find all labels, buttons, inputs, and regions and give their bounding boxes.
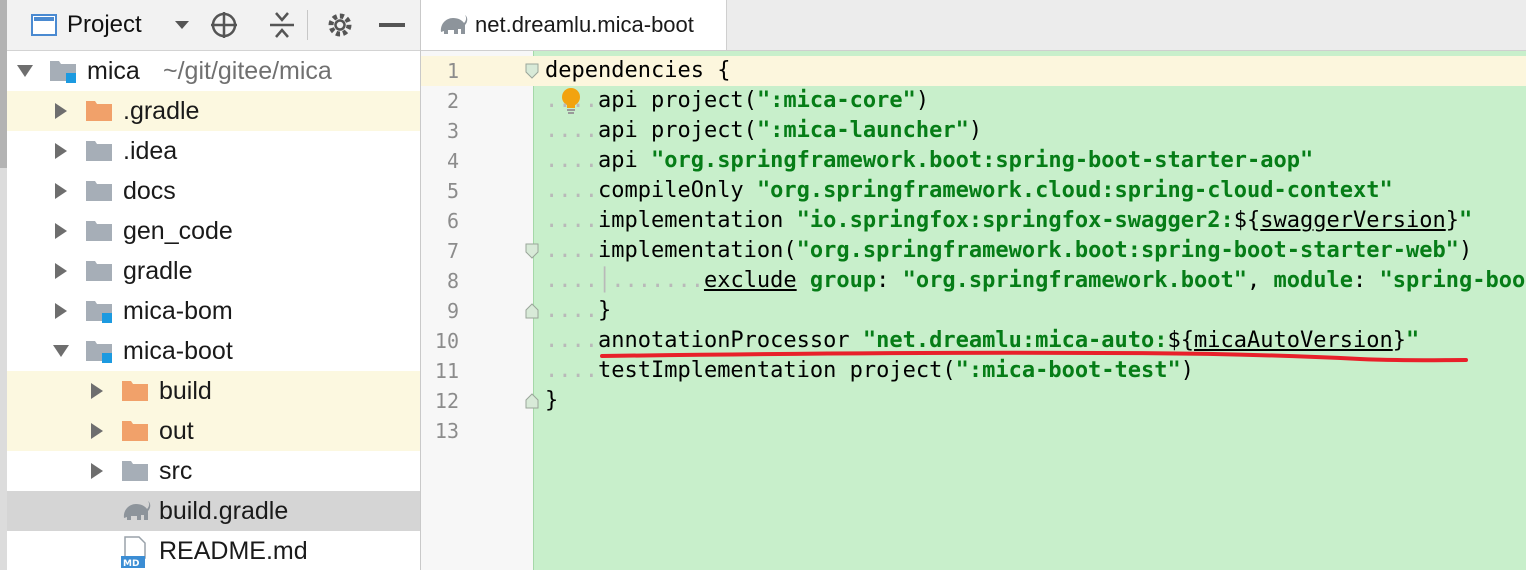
project-view-title[interactable]: Project (67, 0, 142, 50)
tree-item-gradle-cache[interactable]: .gradle (7, 91, 420, 131)
line-number: 7 (446, 239, 459, 263)
code-line-7[interactable]: ....implementation("org.springframework.… (545, 236, 1472, 266)
side-tool-strip[interactable] (0, 0, 7, 570)
tree-item-build-gradle[interactable]: build.gradle (7, 491, 420, 531)
tree-item-label: build (159, 376, 212, 405)
line-number: 11 (434, 359, 459, 383)
line-number: 10 (434, 329, 459, 353)
tree-item-idea[interactable]: .idea (7, 131, 420, 171)
line-number: 8 (446, 269, 459, 293)
dropdown-arrow-icon[interactable] (167, 0, 197, 50)
fold-close-icon[interactable] (524, 393, 540, 409)
tree-item-label: gradle (123, 256, 193, 285)
folder-icon (85, 138, 113, 164)
line-number: 2 (446, 89, 459, 113)
excluded-folder-icon (121, 378, 149, 404)
svg-text:MD: MD (123, 559, 139, 568)
tree-item-docs[interactable]: docs (7, 171, 420, 211)
chevron-right-icon[interactable] (87, 381, 107, 401)
editor-tab-build-gradle[interactable]: net.dreamlu.mica-boot (421, 0, 727, 50)
chevron-right-icon[interactable] (51, 101, 71, 121)
excluded-folder-icon (85, 98, 113, 124)
fold-open-icon[interactable] (524, 243, 540, 259)
excluded-folder-icon (121, 418, 149, 444)
folder-icon (85, 178, 113, 204)
line-number: 12 (434, 389, 459, 413)
code-line-9[interactable]: ....} (545, 296, 611, 326)
module-folder-icon (49, 58, 77, 84)
minimize-icon[interactable] (375, 0, 409, 50)
line-number: 5 (446, 179, 459, 203)
chevron-right-icon[interactable] (51, 141, 71, 161)
tree-item-label: src (159, 456, 193, 485)
line-number: 13 (434, 419, 459, 443)
tree-item-label: out (159, 416, 194, 445)
locate-target-icon[interactable] (207, 0, 241, 50)
tree-item-mica-boot[interactable]: mica-boot (7, 331, 420, 371)
fold-close-icon[interactable] (524, 303, 540, 319)
gradle-elephant-icon (121, 498, 151, 524)
module-folder-icon (85, 338, 113, 364)
tree-item-label: gen_code (123, 216, 233, 245)
code-line-2[interactable]: ....api project(":mica-core") (545, 86, 929, 116)
tree-item-gen-code[interactable]: gen_code (7, 211, 420, 251)
code-line-5[interactable]: ....compileOnly "org.springframework.clo… (545, 176, 1393, 206)
folder-icon (121, 458, 149, 484)
editor-tab-label: net.dreamlu.mica-boot (475, 12, 694, 37)
folder-icon (85, 258, 113, 284)
chevron-right-icon[interactable] (87, 461, 107, 481)
chevron-right-icon[interactable] (87, 421, 107, 441)
gear-icon[interactable] (323, 0, 357, 50)
chevron-right-icon[interactable] (51, 221, 71, 241)
line-number: 1 (446, 59, 459, 83)
red-underline-annotation (600, 350, 1468, 363)
line-number: 3 (446, 119, 459, 143)
code-line-4[interactable]: ....api "org.springframework.boot:spring… (545, 146, 1313, 176)
tree-item-label: build.gradle (159, 496, 289, 525)
tree-item-out[interactable]: out (7, 411, 420, 451)
collapse-all-icon[interactable] (265, 0, 299, 50)
code-line-3[interactable]: ....api project(":mica-launcher") (545, 116, 982, 146)
code-line-1[interactable]: dependencies { (545, 56, 730, 86)
markdown-file-icon: MD (121, 536, 149, 569)
folder-icon (85, 218, 113, 244)
chevron-down-icon[interactable] (15, 61, 35, 81)
project-toolbar: Project (7, 0, 420, 51)
gradle-elephant-icon (437, 12, 469, 43)
tree-item-label: docs (123, 176, 176, 205)
line-number: 9 (446, 299, 459, 323)
tree-item-build[interactable]: build (7, 371, 420, 411)
module-folder-icon (85, 298, 113, 324)
tree-item-label: .gradle (123, 96, 200, 125)
tree-item-mica-bom[interactable]: mica-bom (7, 291, 420, 331)
line-number: 6 (446, 209, 459, 233)
fold-open-icon[interactable] (524, 63, 540, 79)
chevron-down-icon[interactable] (51, 341, 71, 361)
tree-item-path: ~/git/gitee/mica (163, 56, 332, 85)
project-view-icon (27, 0, 61, 50)
toolbar-separator (307, 10, 308, 40)
tree-item-label: mica-bom (123, 296, 233, 325)
chevron-right-icon[interactable] (51, 261, 71, 281)
project-panel: Project mica ~/git/gitee/mica .gradle .i… (0, 0, 421, 570)
chevron-right-icon[interactable] (51, 301, 71, 321)
tree-item-label: README.md (159, 536, 308, 565)
code-line-6[interactable]: ....implementation "io.springfox:springf… (545, 206, 1472, 236)
tree-item-readme[interactable]: MD README.md (7, 531, 420, 570)
tree-item-label: .idea (123, 136, 178, 165)
code-line-12[interactable]: } (545, 386, 558, 416)
code-line-8[interactable]: ....│.......exclude group: "org.springfr… (545, 266, 1526, 296)
tree-item-src[interactable]: src (7, 451, 420, 491)
tree-item-gradle[interactable]: gradle (7, 251, 420, 291)
tree-item-mica[interactable]: mica ~/git/gitee/mica (7, 51, 420, 91)
editor-tab-bar: net.dreamlu.mica-boot (421, 0, 1526, 51)
tree-item-label: mica-boot (123, 336, 233, 365)
chevron-right-icon[interactable] (51, 181, 71, 201)
tree-item-label: mica (87, 56, 140, 85)
line-number: 4 (446, 149, 459, 173)
